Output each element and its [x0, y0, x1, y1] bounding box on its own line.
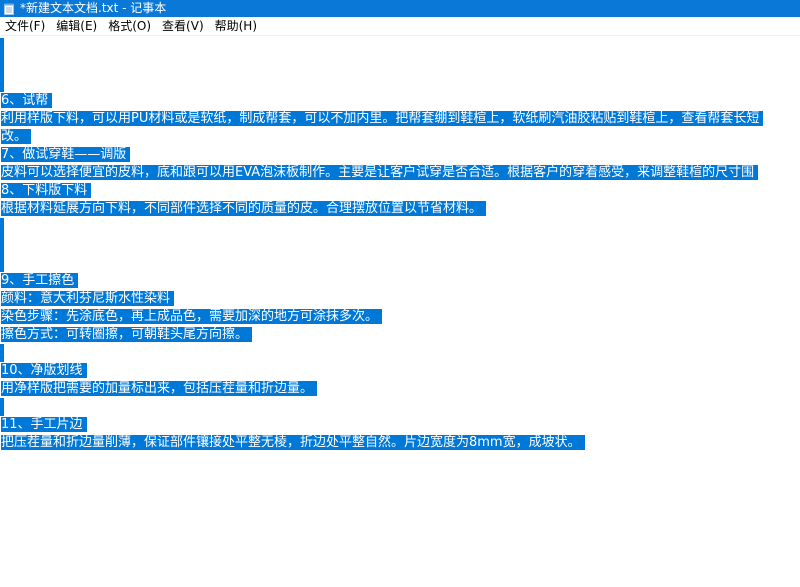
- text-line: 染色步骤：先涂底色，再上成品色，需要加深的地方可涂抹多次。: [1, 308, 383, 326]
- text-line: 用净样版把需要的加量标出来，包括压茬量和折边量。: [1, 380, 318, 398]
- text-line: 颜料：意大利芬尼斯水性染料: [1, 290, 175, 308]
- text-line: 改。: [1, 128, 32, 146]
- title-bar[interactable]: *新建文本文档.txt - 记事本: [0, 0, 800, 17]
- text-line: 8、下料版下料: [1, 182, 92, 200]
- selected-text: 擦色方式：可转圈擦，可朝鞋头尾方向擦。: [1, 327, 253, 342]
- text-line: 擦色方式：可转圈擦，可朝鞋头尾方向擦。: [1, 326, 253, 344]
- selected-text: 6、试帮: [1, 93, 53, 108]
- blank-selected-line: [0, 254, 4, 272]
- menu-bar: 文件(F) 编辑(E) 格式(O) 查看(V) 帮助(H): [0, 17, 800, 36]
- selected-text: 利用样版下料，可以用PU材料或是软纸，制成帮套，可以不加内里。把帮套绷到鞋楦上，…: [1, 111, 764, 126]
- notepad-icon: [4, 3, 14, 15]
- selected-text: 10、净版划线: [1, 363, 87, 378]
- selected-text: 根据材料延展方向下料，不同部件选择不同的质量的皮。合理摆放位置以节省材料。: [1, 201, 487, 216]
- blank-selected-line: [0, 38, 4, 56]
- menu-edit[interactable]: 编辑(E): [51, 17, 103, 36]
- blank-selected-line: [0, 56, 4, 74]
- menu-format[interactable]: 格式(O): [103, 17, 157, 36]
- text-editor[interactable]: 6、试帮 利用样版下料，可以用PU材料或是软纸，制成帮套，可以不加内里。把帮套绷…: [0, 36, 800, 587]
- menu-file[interactable]: 文件(F): [0, 17, 51, 36]
- blank-selected-line: [0, 74, 4, 92]
- text-line: 6、试帮: [1, 92, 53, 110]
- selected-text: 8、下料版下料: [1, 183, 92, 198]
- selected-text: 把压茬量和折边量削薄，保证部件镶接处平整无棱，折边处平整自然。片边宽度为8mm宽…: [1, 435, 585, 450]
- text-line: 11、手工片边: [1, 416, 87, 434]
- blank-selected-line: [0, 218, 4, 236]
- selected-text: 11、手工片边: [1, 417, 87, 432]
- blank-selected-line: [0, 236, 4, 254]
- selected-text: 染色步骤：先涂底色，再上成品色，需要加深的地方可涂抹多次。: [1, 309, 383, 324]
- selected-text: 用净样版把需要的加量标出来，包括压茬量和折边量。: [1, 381, 318, 396]
- blank-selected-line: [0, 398, 4, 416]
- window-title: *新建文本文档.txt - 记事本: [20, 1, 167, 15]
- blank-selected-line: [0, 344, 4, 362]
- text-line: 利用样版下料，可以用PU材料或是软纸，制成帮套，可以不加内里。把帮套绷到鞋楦上，…: [1, 110, 764, 128]
- menu-help[interactable]: 帮助(H): [210, 17, 263, 36]
- text-line: 根据材料延展方向下料，不同部件选择不同的质量的皮。合理摆放位置以节省材料。: [1, 200, 487, 218]
- notepad-window: *新建文本文档.txt - 记事本 文件(F) 编辑(E) 格式(O) 查看(V…: [0, 0, 800, 587]
- selected-text: 颜料：意大利芬尼斯水性染料: [1, 291, 175, 306]
- menu-view[interactable]: 查看(V): [157, 17, 210, 36]
- text-line: 9、手工擦色: [1, 272, 79, 290]
- text-line: 把压茬量和折边量削薄，保证部件镶接处平整无棱，折边处平整自然。片边宽度为8mm宽…: [1, 434, 585, 452]
- selected-text: 皮料可以选择便宜的皮料，底和跟可以用EVA泡沫板制作。主要是让客户试穿是否合适。…: [1, 165, 759, 180]
- selected-text: 改。: [1, 129, 32, 144]
- text-line: 7、做试穿鞋——调版: [1, 146, 131, 164]
- text-line: 10、净版划线: [1, 362, 87, 380]
- selected-text: 9、手工擦色: [1, 273, 79, 288]
- text-line: 皮料可以选择便宜的皮料，底和跟可以用EVA泡沫板制作。主要是让客户试穿是否合适。…: [1, 164, 759, 182]
- selected-text: 7、做试穿鞋——调版: [1, 147, 131, 162]
